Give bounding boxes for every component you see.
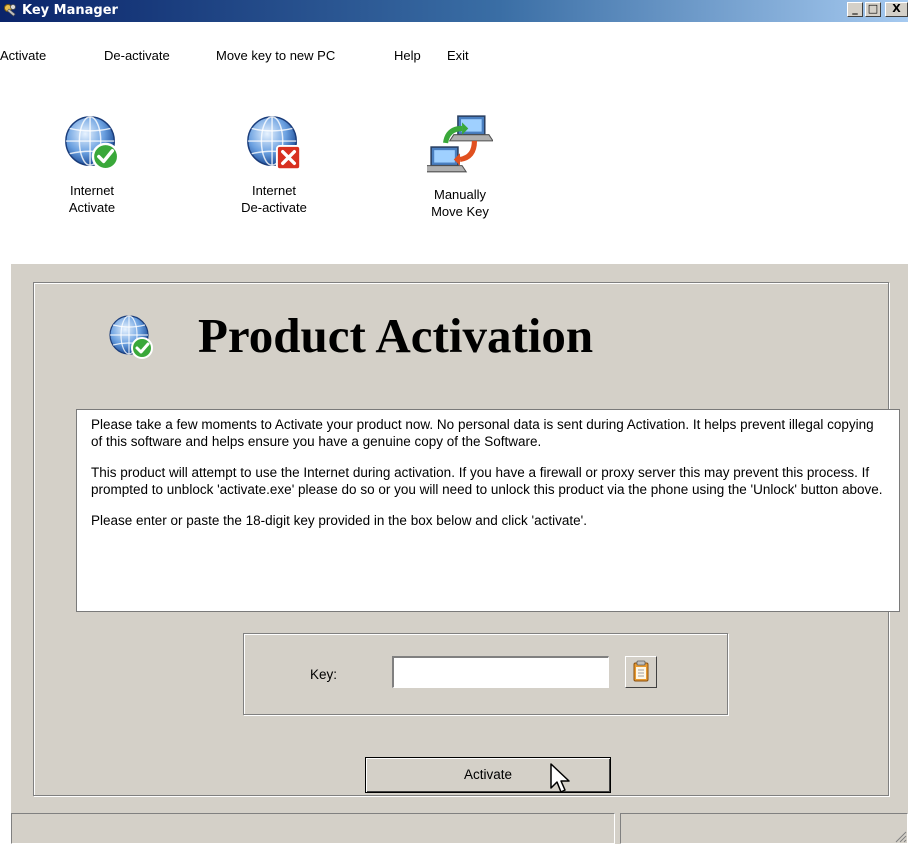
key-entry-group: Key:	[243, 633, 728, 715]
key-input[interactable]	[392, 656, 609, 688]
info-text-box: Please take a few moments to Activate yo…	[76, 409, 900, 612]
window-title: Key Manager	[22, 3, 118, 18]
activate-button[interactable]: Activate	[365, 757, 611, 793]
main-panel: Product Activation Please take a few mom…	[11, 264, 908, 844]
info-paragraph: Please enter or paste the 18-digit key p…	[91, 513, 587, 528]
toolbar-label: De-activate	[241, 200, 307, 215]
maximize-button[interactable]: □	[865, 2, 881, 17]
status-bar-panel	[11, 813, 615, 844]
status-bar-panel	[620, 813, 908, 844]
globe-check-icon	[109, 315, 153, 359]
toolbar-manually-move-key[interactable]: Manually Move Key	[415, 112, 505, 220]
menu-help[interactable]: Help	[394, 48, 421, 63]
page-title: Product Activation	[198, 308, 594, 363]
menu-deactivate[interactable]: De-activate	[104, 48, 170, 63]
menu-move-key[interactable]: Move key to new PC	[216, 48, 335, 63]
menu-bar: Activate De-activate Move key to new PC …	[0, 40, 908, 63]
paste-button[interactable]	[625, 656, 657, 688]
clipboard-icon	[633, 660, 649, 682]
menu-exit[interactable]: Exit	[447, 48, 469, 63]
toolbar-internet-deactivate[interactable]: Internet De-activate	[224, 112, 324, 216]
close-button[interactable]: X	[885, 2, 908, 17]
menu-activate[interactable]: Activate	[0, 48, 46, 63]
globe-check-icon	[65, 116, 120, 171]
toolbar-label: Activate	[68, 200, 116, 215]
toolbar-label: Internet	[251, 183, 297, 198]
activation-group: Product Activation Please take a few mom…	[33, 282, 900, 796]
minimize-button[interactable]: _	[847, 2, 863, 17]
info-paragraph: Please take a few moments to Activate yo…	[91, 417, 874, 449]
computers-transfer-icon	[427, 115, 493, 173]
resize-grip-icon	[895, 831, 907, 843]
toolbar-label: Manually	[433, 187, 487, 202]
toolbar-label: Move Key	[431, 204, 489, 219]
info-paragraph: This product will attempt to use the Int…	[91, 465, 883, 497]
toolbar-internet-activate[interactable]: Internet Activate	[52, 112, 132, 216]
keys-icon	[4, 4, 16, 17]
toolbar-label: Internet	[69, 183, 115, 198]
key-label: Key:	[310, 667, 338, 682]
mouse-cursor-icon	[550, 763, 570, 793]
title-bar[interactable]: Key Manager _ □ X	[0, 0, 908, 22]
globe-x-icon	[247, 116, 302, 171]
